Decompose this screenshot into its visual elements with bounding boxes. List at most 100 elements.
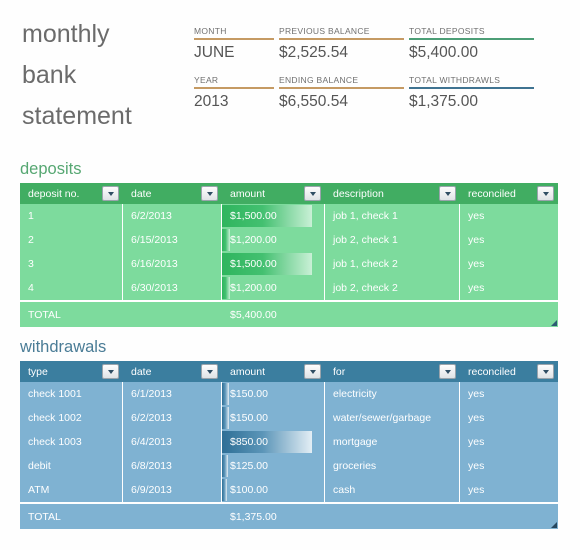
withdrawals-column-label-type: type xyxy=(28,365,48,378)
withdrawals-cell-reconciled[interactable]: yes xyxy=(460,382,558,406)
deposits-cell-reconciled[interactable]: yes xyxy=(460,204,558,228)
withdrawals-cell-for[interactable]: cash xyxy=(325,478,460,502)
withdrawals-column-header-amount[interactable]: amount xyxy=(222,361,325,382)
deposits-cell-amount[interactable]: $1,500.00 xyxy=(222,252,325,276)
deposits-cell-date[interactable]: 6/30/2013 xyxy=(123,276,222,300)
deposits-cell-no[interactable]: 1 xyxy=(20,204,123,228)
table-row[interactable]: 3 6/16/2013 $1,500.00 job 1, check 2 yes xyxy=(20,252,558,276)
deposits-cell-description[interactable]: job 2, check 2 xyxy=(325,276,460,300)
deposits-column-header-deposit-no[interactable]: deposit no. xyxy=(20,183,123,204)
deposits-cell-reconciled[interactable]: yes xyxy=(460,228,558,252)
deposits-cell-no[interactable]: 3 xyxy=(20,252,123,276)
chevron-down-icon[interactable] xyxy=(102,186,119,201)
deposits-cell-description-text: job 1, check 2 xyxy=(333,258,398,270)
chevron-down-icon[interactable] xyxy=(201,186,218,201)
chevron-down-icon[interactable] xyxy=(439,364,456,379)
withdrawals-cell-amount[interactable]: $125.00 xyxy=(222,454,325,478)
withdrawals-cell-reconciled[interactable]: yes xyxy=(460,478,558,502)
page-title-line-1: monthly xyxy=(22,20,110,48)
deposits-cell-description[interactable]: job 1, check 1 xyxy=(325,204,460,228)
withdrawals-cell-reconciled[interactable]: yes xyxy=(460,406,558,430)
deposits-cell-amount[interactable]: $1,200.00 xyxy=(222,228,325,252)
table-row[interactable]: debit 6/8/2013 $125.00 groceries yes xyxy=(20,454,558,478)
chevron-down-icon[interactable] xyxy=(537,186,554,201)
section-heading-deposits: deposits xyxy=(20,160,82,178)
deposits-cell-reconciled[interactable]: yes xyxy=(460,276,558,300)
withdrawals-cell-type[interactable]: check 1002 xyxy=(20,406,123,430)
deposits-cell-reconciled-text: yes xyxy=(468,210,485,222)
deposits-column-header-date[interactable]: date xyxy=(123,183,222,204)
table-row[interactable]: 1 6/2/2013 $1,500.00 job 1, check 1 yes xyxy=(20,204,558,228)
withdrawals-cell-reconciled[interactable]: yes xyxy=(460,454,558,478)
table-row[interactable]: 2 6/15/2013 $1,200.00 job 2, check 1 yes xyxy=(20,228,558,252)
withdrawals-column-header-type[interactable]: type xyxy=(20,361,123,382)
deposits-cell-amount-text: $1,500.00 xyxy=(230,210,277,222)
summary-label-total-withdrawals: TOTAL WITHDRAWLS xyxy=(409,75,501,85)
deposits-cell-description[interactable]: job 1, check 2 xyxy=(325,252,460,276)
table-row[interactable]: 4 6/30/2013 $1,200.00 job 2, check 2 yes xyxy=(20,276,558,300)
deposits-column-header-amount[interactable]: amount xyxy=(222,183,325,204)
withdrawals-cell-for[interactable]: water/sewer/garbage xyxy=(325,406,460,430)
deposits-cell-amount[interactable]: $1,200.00 xyxy=(222,276,325,300)
summary-value-month[interactable]: JUNE xyxy=(194,40,273,62)
withdrawals-cell-amount[interactable]: $850.00 xyxy=(222,430,325,454)
withdrawals-cell-date[interactable]: 6/4/2013 xyxy=(123,430,222,454)
withdrawals-cell-date-text: 6/8/2013 xyxy=(131,460,172,472)
deposits-cell-date[interactable]: 6/16/2013 xyxy=(123,252,222,276)
table-row[interactable]: ATM 6/9/2013 $100.00 cash yes xyxy=(20,478,558,502)
withdrawals-cell-for[interactable]: groceries xyxy=(325,454,460,478)
withdrawals-cell-amount[interactable]: $150.00 xyxy=(222,406,325,430)
withdrawals-cell-date[interactable]: 6/8/2013 xyxy=(123,454,222,478)
withdrawals-cell-date[interactable]: 6/2/2013 xyxy=(123,406,222,430)
withdrawals-cell-type[interactable]: debit xyxy=(20,454,123,478)
withdrawals-cell-date[interactable]: 6/1/2013 xyxy=(123,382,222,406)
deposits-column-label-deposit-no: deposit no. xyxy=(28,187,80,200)
withdrawals-cell-reconciled-text: yes xyxy=(468,460,485,472)
deposits-cell-reconciled-text: yes xyxy=(468,258,485,270)
chevron-down-icon[interactable] xyxy=(201,364,218,379)
withdrawals-cell-reconciled[interactable]: yes xyxy=(460,430,558,454)
summary-value-previous-balance[interactable]: $2,525.54 xyxy=(279,40,403,62)
withdrawals-cell-amount[interactable]: $100.00 xyxy=(222,478,325,502)
withdrawals-column-label-for: for xyxy=(333,365,346,378)
deposits-cell-amount-text: $1,500.00 xyxy=(230,258,277,270)
deposits-cell-amount[interactable]: $1,500.00 xyxy=(222,204,325,228)
deposits-cell-description[interactable]: job 2, check 1 xyxy=(325,228,460,252)
table-row[interactable]: check 1003 6/4/2013 $850.00 mortgage yes xyxy=(20,430,558,454)
summary-value-year[interactable]: 2013 xyxy=(194,89,273,111)
withdrawals-column-header-date[interactable]: date xyxy=(123,361,222,382)
withdrawals-cell-amount[interactable]: $150.00 xyxy=(222,382,325,406)
deposits-column-header-reconciled[interactable]: reconciled xyxy=(460,183,558,204)
withdrawals-column-header-for[interactable]: for xyxy=(325,361,460,382)
chevron-down-icon[interactable] xyxy=(304,186,321,201)
deposits-cell-date[interactable]: 6/15/2013 xyxy=(123,228,222,252)
chevron-down-icon[interactable] xyxy=(304,364,321,379)
deposits-cell-date[interactable]: 6/2/2013 xyxy=(123,204,222,228)
summary-label-year: YEAR xyxy=(194,75,219,85)
deposits-table-resize-handle[interactable] xyxy=(550,319,557,326)
deposits-cell-no[interactable]: 2 xyxy=(20,228,123,252)
withdrawals-table-resize-handle[interactable] xyxy=(550,521,557,528)
withdrawals-cell-for[interactable]: mortgage xyxy=(325,430,460,454)
chevron-down-icon[interactable] xyxy=(439,186,456,201)
section-heading-withdrawals: withdrawals xyxy=(20,338,107,356)
withdrawals-cell-date-text: 6/1/2013 xyxy=(131,388,172,400)
deposits-column-header-description[interactable]: description xyxy=(325,183,460,204)
deposits-cell-reconciled[interactable]: yes xyxy=(460,252,558,276)
withdrawals-cell-date[interactable]: 6/9/2013 xyxy=(123,478,222,502)
summary-field-total-withdrawals: TOTAL WITHDRAWLS $1,375.00 xyxy=(409,75,538,111)
chevron-down-icon[interactable] xyxy=(537,364,554,379)
withdrawals-cell-for[interactable]: electricity xyxy=(325,382,460,406)
withdrawals-cell-for-text: electricity xyxy=(333,388,377,400)
chevron-down-icon[interactable] xyxy=(102,364,119,379)
page-title-line-2: bank xyxy=(22,61,77,89)
deposits-cell-date-text: 6/2/2013 xyxy=(131,210,172,222)
withdrawals-cell-type[interactable]: check 1003 xyxy=(20,430,123,454)
deposits-cell-description-text: job 2, check 2 xyxy=(333,282,398,294)
withdrawals-column-header-reconciled[interactable]: reconciled xyxy=(460,361,558,382)
withdrawals-cell-type[interactable]: check 1001 xyxy=(20,382,123,406)
table-row[interactable]: check 1002 6/2/2013 $150.00 water/sewer/… xyxy=(20,406,558,430)
deposits-cell-no[interactable]: 4 xyxy=(20,276,123,300)
withdrawals-cell-type[interactable]: ATM xyxy=(20,478,123,502)
table-row[interactable]: check 1001 6/1/2013 $150.00 electricity … xyxy=(20,382,558,406)
